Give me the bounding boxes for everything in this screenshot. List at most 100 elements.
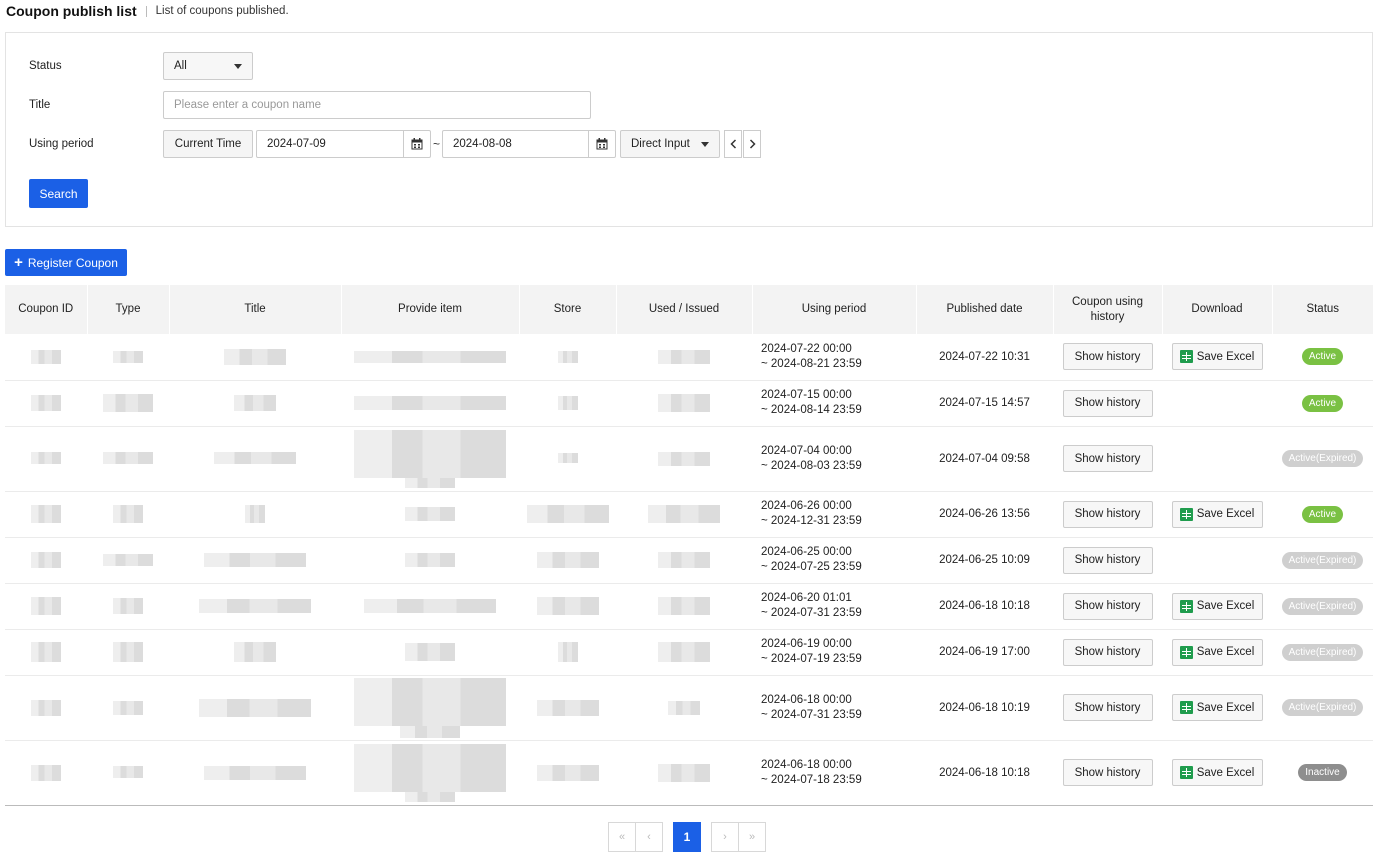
- period-end: ~ 2024-12-31 23:59: [761, 515, 862, 527]
- column-header[interactable]: Using period: [752, 285, 917, 334]
- save-excel-button[interactable]: Save Excel: [1171, 759, 1263, 786]
- redacted-store: [536, 552, 599, 568]
- title-input[interactable]: [163, 91, 591, 119]
- using-period-cell: 2024-07-22 00:00 ~ 2024-08-21 23:59: [752, 334, 916, 381]
- column-header[interactable]: Store: [519, 285, 617, 334]
- redacted-type: [113, 700, 143, 715]
- chevron-right-icon[interactable]: [743, 130, 761, 158]
- table-row[interactable]: 2024-07-22 00:00 ~ 2024-08-21 23:59 2024-0…: [5, 334, 1373, 381]
- column-header[interactable]: Download: [1162, 285, 1273, 334]
- redacted-type: [103, 452, 153, 465]
- redacted-title: [214, 452, 296, 465]
- table-row[interactable]: 2024-06-18 00:00 ~ 2024-07-31 23:59 2024-0…: [5, 675, 1373, 741]
- register-coupon-button[interactable]: + Register Coupon: [5, 249, 127, 276]
- using-period-cell: 2024-07-04 00:00 ~ 2024-08-03 23:59: [752, 426, 916, 492]
- redacted-type: [103, 553, 153, 566]
- show-history-button[interactable]: Show history: [1062, 694, 1153, 721]
- show-history-button[interactable]: Show history: [1062, 759, 1153, 786]
- period-mode-value: Direct Input: [631, 138, 690, 150]
- current-time-button[interactable]: Current Time: [163, 130, 253, 158]
- status-badge: Active(Expired): [1281, 450, 1364, 467]
- column-header[interactable]: Used / Issued: [616, 285, 753, 334]
- column-header[interactable]: Published date: [916, 285, 1054, 334]
- using-period-cell: 2024-06-26 00:00 ~ 2024-12-31 23:59: [752, 491, 916, 538]
- show-history-button[interactable]: Show history: [1062, 592, 1153, 620]
- redacted-type: [113, 505, 143, 523]
- redacted-coupon-id: [31, 552, 61, 568]
- column-header[interactable]: Coupon ID: [5, 285, 88, 334]
- redacted-title: [199, 698, 311, 717]
- column-header[interactable]: Type: [87, 285, 170, 334]
- show-history-button[interactable]: Show history: [1062, 500, 1153, 528]
- column-header[interactable]: Status: [1272, 285, 1373, 334]
- redacted-used-issued: [668, 700, 700, 715]
- save-excel-button[interactable]: Save Excel: [1171, 343, 1263, 371]
- published-date: 2024-06-26 13:56: [916, 491, 1053, 538]
- show-history-button[interactable]: Show history: [1062, 638, 1153, 666]
- table-row[interactable]: 2024-07-15 00:00 ~ 2024-08-14 23:59 2024-0…: [5, 380, 1373, 427]
- register-coupon-label: Register Coupon: [27, 255, 118, 270]
- redacted-provide-item: [405, 553, 455, 567]
- redacted-title: [234, 642, 276, 662]
- status-select[interactable]: All: [163, 52, 253, 80]
- redacted-store: [557, 453, 578, 464]
- spreadsheet-icon: [1179, 766, 1193, 779]
- redacted-provide-item: [354, 429, 506, 488]
- column-header[interactable]: Provide item: [341, 285, 520, 334]
- end-date-value: 2024-08-08: [453, 138, 512, 150]
- show-history-button[interactable]: Show history: [1062, 445, 1153, 472]
- redacted-store: [526, 505, 609, 523]
- calendar-icon[interactable]: [403, 131, 430, 157]
- chevron-left-icon[interactable]: [724, 130, 742, 158]
- table-row[interactable]: 2024-06-18 00:00 ~ 2024-07-18 23:59 2024-0…: [5, 740, 1373, 806]
- redacted-provide-item: [354, 743, 506, 802]
- redacted-provide-item: [405, 643, 455, 661]
- next-page-button[interactable]: ›: [711, 822, 739, 852]
- status-badge: Active(Expired): [1281, 551, 1364, 569]
- save-excel-button[interactable]: Save Excel: [1171, 500, 1263, 528]
- show-history-button[interactable]: Show history: [1062, 343, 1153, 371]
- save-excel-label: Save Excel: [1196, 350, 1255, 363]
- redacted-coupon-id: [31, 764, 61, 781]
- status-label: Status: [29, 60, 62, 72]
- redacted-provide-item: [354, 350, 506, 363]
- column-header[interactable]: Title: [169, 285, 342, 334]
- redacted-used-issued: [658, 451, 710, 466]
- redacted-coupon-id: [31, 642, 61, 662]
- using-period-cell: 2024-07-15 00:00 ~ 2024-08-14 23:59: [752, 380, 916, 427]
- period-start: 2024-06-25 00:00: [761, 546, 852, 558]
- table-row[interactable]: 2024-06-26 00:00 ~ 2024-12-31 23:59 2024-0…: [5, 491, 1373, 538]
- start-date-field[interactable]: 2024-07-09: [256, 130, 431, 158]
- title-label: Title: [29, 99, 51, 111]
- table-row[interactable]: 2024-06-20 01:01 ~ 2024-07-31 23:59 2024-0…: [5, 583, 1373, 630]
- status-badge: Active(Expired): [1281, 699, 1364, 716]
- first-page-button[interactable]: «: [608, 822, 636, 852]
- calendar-icon[interactable]: [588, 131, 615, 157]
- save-excel-button[interactable]: Save Excel: [1171, 694, 1263, 721]
- spreadsheet-icon: [1179, 507, 1193, 521]
- previous-page-button[interactable]: ‹: [635, 822, 663, 852]
- redacted-title: [245, 505, 265, 523]
- show-history-button[interactable]: Show history: [1062, 546, 1153, 574]
- last-page-button[interactable]: »: [738, 822, 766, 852]
- redacted-title: [204, 765, 306, 780]
- column-header[interactable]: Coupon using history: [1053, 285, 1163, 334]
- save-excel-button[interactable]: Save Excel: [1171, 638, 1263, 666]
- period-start: 2024-07-15 00:00: [761, 389, 852, 401]
- published-date: 2024-07-04 09:58: [916, 426, 1053, 492]
- page-number-button[interactable]: 1: [673, 822, 701, 852]
- table-row[interactable]: 2024-06-19 00:00 ~ 2024-07-19 23:59 2024-0…: [5, 629, 1373, 676]
- search-button[interactable]: Search: [29, 179, 88, 208]
- save-excel-label: Save Excel: [1196, 508, 1255, 520]
- redacted-used-issued: [658, 552, 710, 568]
- end-date-field[interactable]: 2024-08-08: [442, 130, 616, 158]
- period-end: ~ 2024-08-03 23:59: [761, 459, 862, 472]
- table-row[interactable]: 2024-07-04 00:00 ~ 2024-08-03 23:59 2024-0…: [5, 426, 1373, 492]
- period-end: ~ 2024-07-19 23:59: [761, 653, 862, 665]
- show-history-button[interactable]: Show history: [1062, 389, 1153, 417]
- period-mode-select[interactable]: Direct Input: [620, 130, 720, 158]
- save-excel-button[interactable]: Save Excel: [1171, 592, 1263, 620]
- spreadsheet-icon: [1179, 350, 1193, 364]
- redacted-type: [113, 642, 143, 662]
- table-row[interactable]: 2024-06-25 00:00 ~ 2024-07-25 23:59 2024-0…: [5, 537, 1373, 584]
